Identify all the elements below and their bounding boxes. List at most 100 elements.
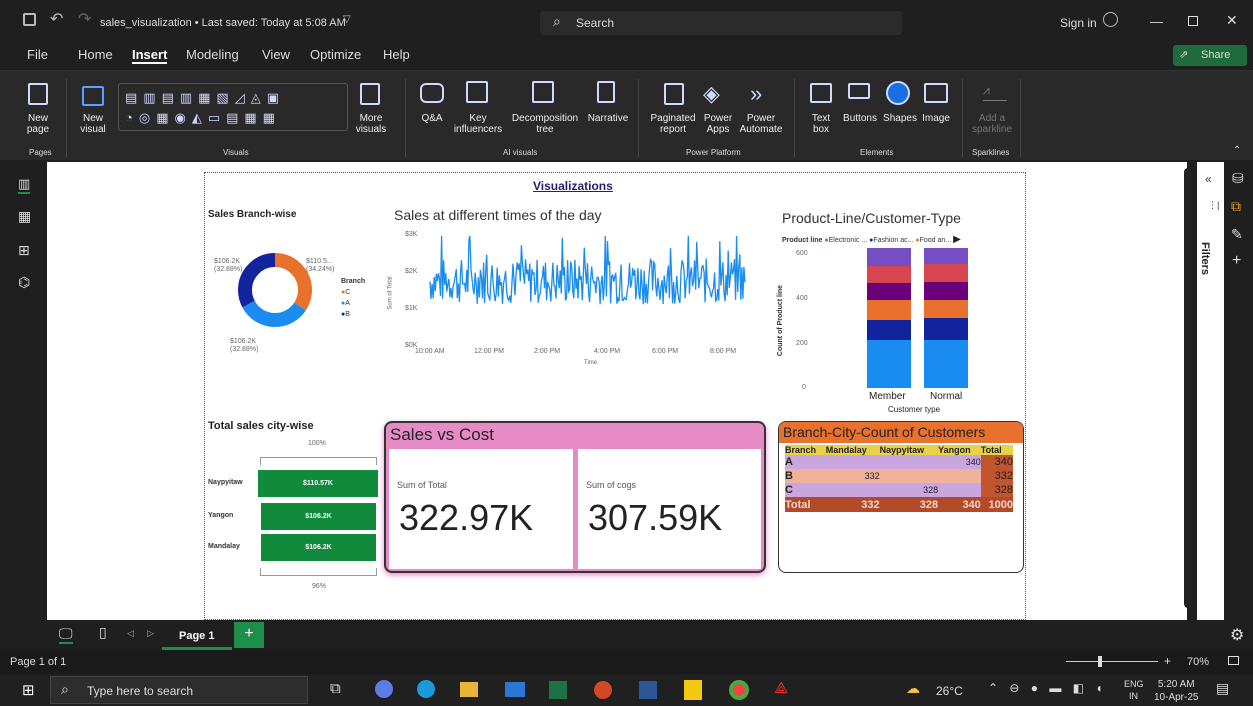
fit-to-page-icon[interactable] <box>1228 656 1239 665</box>
zoom-slider-thumb[interactable] <box>1098 656 1102 667</box>
taskbar-search[interactable]: ⌕ Type here to search <box>50 676 308 704</box>
restore-icon[interactable] <box>1188 16 1198 26</box>
column-segment[interactable] <box>867 340 911 388</box>
canvas-scrollbar[interactable] <box>1184 168 1192 608</box>
matrix-header[interactable]: Yangon <box>938 445 981 455</box>
column-segment[interactable] <box>924 300 968 318</box>
matrix-header[interactable]: Mandalay <box>826 445 880 455</box>
add-page-button[interactable]: + <box>234 622 264 648</box>
add-pane-icon[interactable]: + <box>1232 252 1241 270</box>
acrobat-icon[interactable]: ⟁ <box>774 680 788 698</box>
share-button[interactable]: ⇗ Share <box>1173 45 1247 66</box>
prev-page-icon[interactable]: ◁ <box>127 628 134 639</box>
line-chart[interactable] <box>426 226 766 346</box>
matrix-total-row[interactable]: Total 332 328 340 1000 <box>785 497 1013 512</box>
column-segment[interactable] <box>924 340 968 388</box>
matrix-row[interactable]: B 332 332 <box>785 469 1013 483</box>
visual-gallery[interactable]: ▤▥▤▥▦▧◿◬▣ ◔◎▦◉◭▭▤▦▦ <box>118 83 348 131</box>
mail-icon[interactable] <box>505 682 525 697</box>
chevron-down-icon[interactable]: ▽ <box>343 14 351 25</box>
word-icon[interactable] <box>639 681 657 699</box>
matrix-header[interactable]: Total <box>981 445 1013 455</box>
build-visual-pane-icon[interactable]: ⧉ <box>1231 198 1241 215</box>
page-tab-1[interactable]: Page 1 <box>162 620 232 650</box>
menu-optimize[interactable]: Optimize <box>310 47 361 62</box>
legend-item-a[interactable]: ●A <box>341 298 365 309</box>
column-segment[interactable] <box>924 248 968 264</box>
matrix-row[interactable]: C 328 328 <box>785 483 1013 497</box>
report-view-icon[interactable]: ▥ <box>18 176 31 194</box>
task-view-icon[interactable]: ⧉ <box>330 680 341 697</box>
power-apps-button[interactable]: Power Apps <box>700 113 736 135</box>
account-icon[interactable] <box>1103 12 1118 27</box>
zoom-level[interactable]: 70% <box>1187 656 1209 668</box>
next-page-icon[interactable]: ▷ <box>147 628 154 639</box>
power-bi-icon[interactable] <box>684 680 702 700</box>
clock[interactable]: 5:20 AM 10-Apr-25 <box>1154 678 1198 704</box>
search-box[interactable]: ⌕ Search <box>540 11 902 35</box>
text-box-button[interactable]: Text box <box>804 113 838 135</box>
stacked-column-chart[interactable] <box>860 244 980 390</box>
sales-vs-cost-panel[interactable]: Sales vs Cost Sum of Total 322.97K Sum o… <box>384 421 766 573</box>
key-influencers-button[interactable]: Key influencers <box>450 113 506 135</box>
minimize-icon[interactable]: — <box>1150 14 1163 29</box>
menu-insert[interactable]: Insert <box>132 47 168 64</box>
zoom-in-icon[interactable]: + <box>1164 654 1171 668</box>
system-tray-icons[interactable]: ⌃ ⊖ ● ▬ ◧ ◖ <box>988 681 1107 695</box>
column-segment[interactable] <box>924 282 968 300</box>
column-segment[interactable] <box>924 264 968 282</box>
mobile-layout-icon[interactable]: ▯ <box>99 624 107 641</box>
column-segment[interactable] <box>924 318 968 340</box>
shapes-button[interactable]: Shapes <box>880 113 920 124</box>
column-segment[interactable] <box>867 300 911 320</box>
total-card[interactable]: Sum of Total 322.97K <box>389 449 573 569</box>
data-pane-icon[interactable]: ⛁ <box>1232 170 1244 187</box>
new-visual-button[interactable]: New visual <box>74 113 112 135</box>
collapse-filters-icon[interactable]: « <box>1205 172 1212 186</box>
menu-view[interactable]: View <box>262 47 290 62</box>
donut-chart[interactable] <box>230 235 320 345</box>
image-button[interactable]: Image <box>918 113 954 124</box>
temperature[interactable]: 26°C <box>936 684 963 698</box>
column-segment[interactable] <box>867 248 911 266</box>
collapse-ribbon-icon[interactable]: ⌃ <box>1233 145 1241 156</box>
file-explorer-icon[interactable] <box>460 682 478 697</box>
excel-icon[interactable] <box>549 681 567 699</box>
matrix-header[interactable]: Naypyitaw <box>880 445 938 455</box>
menu-modeling[interactable]: Modeling <box>186 47 239 62</box>
desktop-layout-icon[interactable]: 🖵 <box>59 625 73 644</box>
legend-item-b[interactable]: ●B <box>341 309 365 320</box>
matrix-row[interactable]: A 340 340 <box>785 455 1013 469</box>
sales-line-series[interactable] <box>429 235 746 305</box>
edge-icon[interactable] <box>417 680 435 698</box>
undo-icon[interactable]: ↶ <box>50 9 63 29</box>
notifications-icon[interactable]: ▤ <box>1216 680 1229 697</box>
close-icon[interactable]: ✕ <box>1226 12 1238 29</box>
format-pane-icon[interactable]: ✎ <box>1231 226 1243 243</box>
legend-item-c[interactable]: ●C <box>341 287 365 298</box>
language-indicator[interactable]: ENG IN <box>1124 678 1144 702</box>
dax-query-view-icon[interactable]: ⌬ <box>18 274 30 291</box>
new-page-button[interactable]: New page <box>20 113 56 135</box>
buttons-button[interactable]: Buttons <box>838 113 882 124</box>
weather-icon[interactable]: ☁ <box>906 680 920 697</box>
filters-pane[interactable]: « ⋮| Filters <box>1197 162 1224 620</box>
model-view-icon[interactable]: ⊞ <box>18 242 30 259</box>
windows-start-icon[interactable]: ⊞ <box>22 681 35 699</box>
column-segment[interactable] <box>867 283 911 300</box>
matrix-panel[interactable]: Branch-City-Count of Customers Branch Ma… <box>778 421 1024 573</box>
column-segment[interactable] <box>867 320 911 340</box>
column-segment[interactable] <box>867 266 911 283</box>
qa-button[interactable]: Q&A <box>414 113 450 124</box>
power-automate-button[interactable]: Power Automate <box>734 113 788 135</box>
matrix-table[interactable]: Branch Mandalay Naypyitaw Yangon Total A… <box>785 445 1013 512</box>
decomposition-tree-button[interactable]: Decomposition tree <box>508 113 582 135</box>
powerpoint-icon[interactable] <box>594 681 612 699</box>
file-title[interactable]: sales_visualization • Last saved: Today … <box>100 17 346 29</box>
narrative-button[interactable]: Narrative <box>584 113 632 124</box>
city-bar[interactable]: $110.57K <box>258 470 378 497</box>
zoom-slider[interactable] <box>1066 661 1158 662</box>
column-member[interactable] <box>867 248 911 388</box>
cogs-card[interactable]: Sum of cogs 307.59K <box>578 449 761 569</box>
settings-gear-icon[interactable]: ⚙ <box>1230 625 1244 645</box>
